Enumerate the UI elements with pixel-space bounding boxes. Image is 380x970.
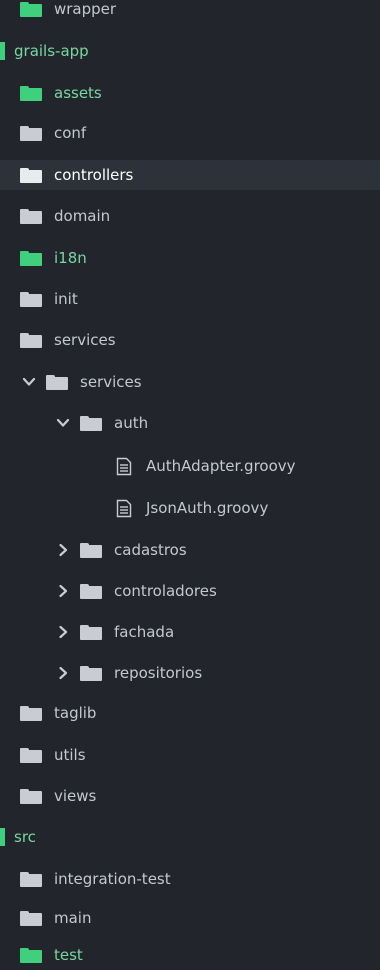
- file-icon: [116, 499, 132, 517]
- tree-item-label: main: [54, 909, 92, 927]
- tree-item-test[interactable]: test: [0, 940, 380, 970]
- tree-item-label: services: [80, 373, 142, 391]
- file-icon: [116, 457, 132, 475]
- tree-item-label: utils: [54, 746, 86, 764]
- modified-marker: [0, 828, 5, 846]
- tree-item-label: conf: [54, 124, 87, 142]
- tree-item-label: JsonAuth.groovy: [146, 499, 269, 517]
- tree-item-repositorios[interactable]: repositorios: [0, 658, 380, 688]
- tree-item-domain[interactable]: domain: [0, 201, 380, 231]
- tree-item-services-inner[interactable]: services: [0, 367, 380, 397]
- folder-icon: [46, 374, 68, 390]
- tree-item-label: cadastros: [114, 541, 187, 559]
- tree-item-wrapper[interactable]: wrapper: [0, 0, 380, 24]
- tree-item-label: controladores: [114, 582, 217, 600]
- folder-icon: [20, 167, 42, 183]
- folder-icon: [80, 665, 102, 681]
- folder-icon: [20, 947, 42, 963]
- tree-item-i18n[interactable]: i18n: [0, 243, 380, 273]
- tree-item-label: controllers: [54, 166, 134, 184]
- folder-icon: [20, 125, 42, 141]
- folder-icon: [20, 85, 42, 101]
- chevron-down-icon[interactable]: [56, 416, 70, 430]
- tree-item-label: AuthAdapter.groovy: [146, 457, 296, 475]
- tree-item-json-auth[interactable]: JsonAuth.groovy: [0, 493, 380, 523]
- chevron-down-icon[interactable]: [22, 375, 36, 389]
- folder-icon: [20, 910, 42, 926]
- tree-item-views[interactable]: views: [0, 781, 380, 811]
- folder-icon: [80, 583, 102, 599]
- tree-item-integration-test[interactable]: integration-test: [0, 864, 380, 894]
- file-tree: wrapper grails-app assets conf controlle…: [0, 0, 380, 968]
- folder-icon: [20, 250, 42, 266]
- tree-item-label: grails-app: [14, 42, 89, 60]
- tree-item-cadastros[interactable]: cadastros: [0, 535, 380, 565]
- folder-icon: [20, 291, 42, 307]
- tree-item-label: assets: [54, 84, 102, 102]
- folder-icon: [20, 332, 42, 348]
- chevron-right-icon[interactable]: [56, 584, 70, 598]
- tree-item-label: auth: [114, 414, 149, 432]
- tree-item-label: src: [14, 828, 36, 846]
- tree-item-label: test: [54, 946, 83, 964]
- chevron-right-icon[interactable]: [56, 543, 70, 557]
- tree-item-src[interactable]: src: [0, 822, 380, 852]
- tree-item-label: wrapper: [54, 0, 117, 18]
- folder-icon: [20, 208, 42, 224]
- folder-icon: [80, 624, 102, 640]
- tree-item-controladores[interactable]: controladores: [0, 576, 380, 606]
- tree-item-label: domain: [54, 207, 111, 225]
- tree-item-main[interactable]: main: [0, 903, 380, 933]
- folder-icon: [20, 788, 42, 804]
- tree-item-label: i18n: [54, 249, 87, 267]
- folder-icon: [80, 542, 102, 558]
- tree-item-label: fachada: [114, 623, 175, 641]
- tree-item-label: repositorios: [114, 664, 203, 682]
- tree-item-services[interactable]: services: [0, 325, 380, 355]
- folder-icon: [80, 415, 102, 431]
- modified-marker: [0, 42, 5, 60]
- folder-icon: [20, 705, 42, 721]
- folder-icon: [20, 747, 42, 763]
- folder-icon: [20, 1, 42, 17]
- folder-icon: [20, 871, 42, 887]
- chevron-right-icon[interactable]: [56, 666, 70, 680]
- tree-item-label: init: [54, 290, 78, 308]
- tree-item-label: taglib: [54, 704, 97, 722]
- tree-item-assets[interactable]: assets: [0, 78, 380, 108]
- tree-item-fachada[interactable]: fachada: [0, 617, 380, 647]
- tree-item-grails-app[interactable]: grails-app: [0, 36, 380, 66]
- chevron-right-icon[interactable]: [56, 625, 70, 639]
- tree-item-taglib[interactable]: taglib: [0, 698, 380, 728]
- tree-item-utils[interactable]: utils: [0, 740, 380, 770]
- tree-item-auth[interactable]: auth: [0, 408, 380, 438]
- tree-item-controllers[interactable]: controllers: [0, 160, 380, 190]
- tree-item-label: views: [54, 787, 97, 805]
- tree-item-auth-adapter[interactable]: AuthAdapter.groovy: [0, 451, 380, 481]
- tree-item-init[interactable]: init: [0, 284, 380, 314]
- tree-item-label: services: [54, 331, 116, 349]
- tree-item-conf[interactable]: conf: [0, 118, 380, 148]
- tree-item-label: integration-test: [54, 870, 171, 888]
